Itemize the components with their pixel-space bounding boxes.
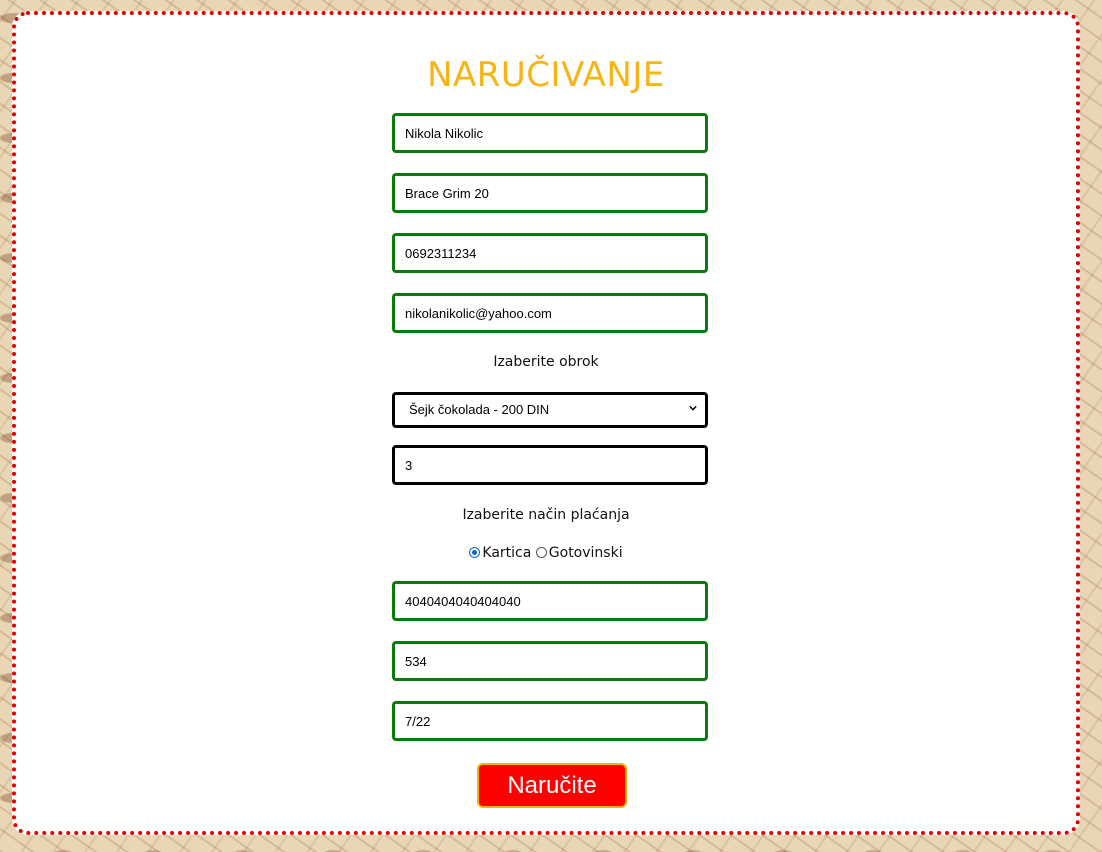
email-input[interactable] [392,293,708,333]
quantity-input[interactable] [392,445,708,485]
address-input[interactable] [392,173,708,213]
payment-option-card-label: Kartica [482,545,532,561]
meal-select[interactable]: Šejk čokolada - 200 DIN [392,392,708,428]
payment-label: Izaberite način plaćanja [462,507,630,523]
expiry-input[interactable] [392,701,708,741]
radio-card[interactable] [469,546,481,558]
submit-order-button[interactable]: Naručite [477,763,627,808]
payment-option-cash[interactable]: Gotovinski [535,545,623,561]
meal-select-value: Šejk čokolada - 200 DIN [409,402,550,417]
cvv-input[interactable] [392,641,708,681]
order-form-card: NARUČIVANJE Izaberite obrok Šejk čokolad… [12,11,1080,835]
chevron-down-icon [689,405,697,411]
payment-option-cash-label: Gotovinski [548,545,623,561]
radio-cash[interactable] [535,546,547,558]
card-number-input[interactable] [392,581,708,621]
phone-input[interactable] [392,233,708,273]
page-title: NARUČIVANJE [427,55,665,95]
payment-options: Kartica Gotovinski [16,545,1076,565]
name-input[interactable] [392,113,708,153]
meal-label: Izaberite obrok [493,354,599,370]
payment-option-card[interactable]: Kartica [469,545,531,561]
